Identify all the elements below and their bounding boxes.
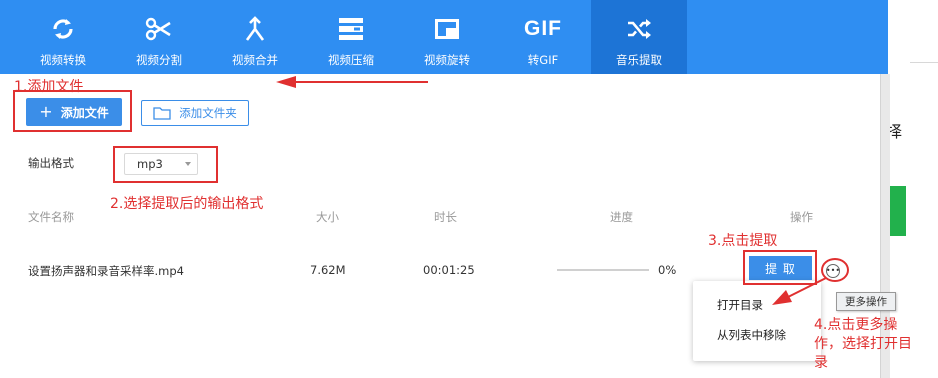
annotation-box-extract: [743, 250, 817, 285]
tab-label: 视频压缩: [328, 53, 374, 67]
column-header-action: 操作: [790, 210, 813, 224]
tab-video-split[interactable]: 视频分割: [111, 0, 207, 74]
column-header-duration: 时长: [434, 210, 457, 224]
context-menu: 打开目录 从列表中移除: [693, 281, 821, 361]
tab-label: 视频转换: [40, 53, 86, 67]
annotation-step3: 3.点击提取: [708, 233, 778, 249]
tab-video-convert[interactable]: 视频转换: [15, 0, 111, 74]
file-duration-cell: 00:01:25: [423, 263, 475, 277]
menu-item-remove-from-list[interactable]: 从列表中移除: [717, 327, 786, 343]
tab-video-merge[interactable]: 视频合并: [207, 0, 303, 74]
progress-percent: 0%: [658, 263, 677, 277]
menu-item-open-directory[interactable]: 打开目录: [717, 297, 763, 313]
output-format-label: 输出格式: [28, 156, 74, 170]
main-toolbar: 视频转换 视频分割 视频合并 视频压缩 视频旋转 GIF 转GIF 音乐提取: [0, 0, 888, 74]
merge-icon: [240, 14, 270, 44]
column-header-name: 文件名称: [28, 210, 74, 224]
tab-label: 视频旋转: [424, 53, 470, 67]
divider: [910, 62, 938, 63]
app-window: 视频转换 视频分割 视频合并 视频压缩 视频旋转 GIF 转GIF 音乐提取 择…: [0, 0, 938, 378]
tab-label: 音乐提取: [616, 53, 662, 67]
compress-icon: [336, 14, 366, 44]
shuffle-icon: [624, 14, 654, 44]
tab-video-rotate[interactable]: 视频旋转: [399, 0, 495, 74]
tab-label: 视频合并: [232, 53, 278, 67]
tab-music-extract[interactable]: 音乐提取: [591, 0, 687, 74]
tab-label: 视频分割: [136, 53, 182, 67]
add-folder-label: 添加文件夹: [179, 106, 237, 120]
annotation-circle-more: [821, 258, 849, 282]
folder-icon: [153, 107, 171, 120]
tooltip: 更多操作: [836, 292, 896, 311]
annotation-box-add-file: [13, 90, 132, 132]
annotation-step4-line1: 4.点击更多操: [814, 317, 898, 333]
file-name-cell: 设置扬声器和录音采样率.mp4: [28, 264, 184, 278]
tab-to-gif[interactable]: GIF 转GIF: [495, 0, 591, 74]
annotation-step4-line3: 录: [814, 355, 828, 371]
progress-bar: [557, 269, 649, 271]
add-folder-button[interactable]: 添加文件夹: [141, 100, 249, 126]
gif-icon-text: GIF: [524, 17, 562, 40]
scissors-icon: [144, 14, 174, 44]
refresh-icon: [48, 14, 78, 44]
annotation-step2: 2.选择提取后的输出格式: [110, 196, 264, 212]
annotation-step4-line2: 作，选择打开目: [814, 336, 912, 352]
background-green-button: [888, 186, 906, 236]
annotation-box-format: [113, 146, 218, 183]
column-header-size: 大小: [316, 210, 339, 224]
tab-label: 转GIF: [527, 53, 559, 67]
tab-video-compress[interactable]: 视频压缩: [303, 0, 399, 74]
rotate-icon: [432, 14, 462, 44]
gif-icon: GIF: [524, 14, 561, 44]
column-header-progress: 进度: [610, 210, 633, 224]
file-size-cell: 7.62M: [310, 263, 346, 277]
